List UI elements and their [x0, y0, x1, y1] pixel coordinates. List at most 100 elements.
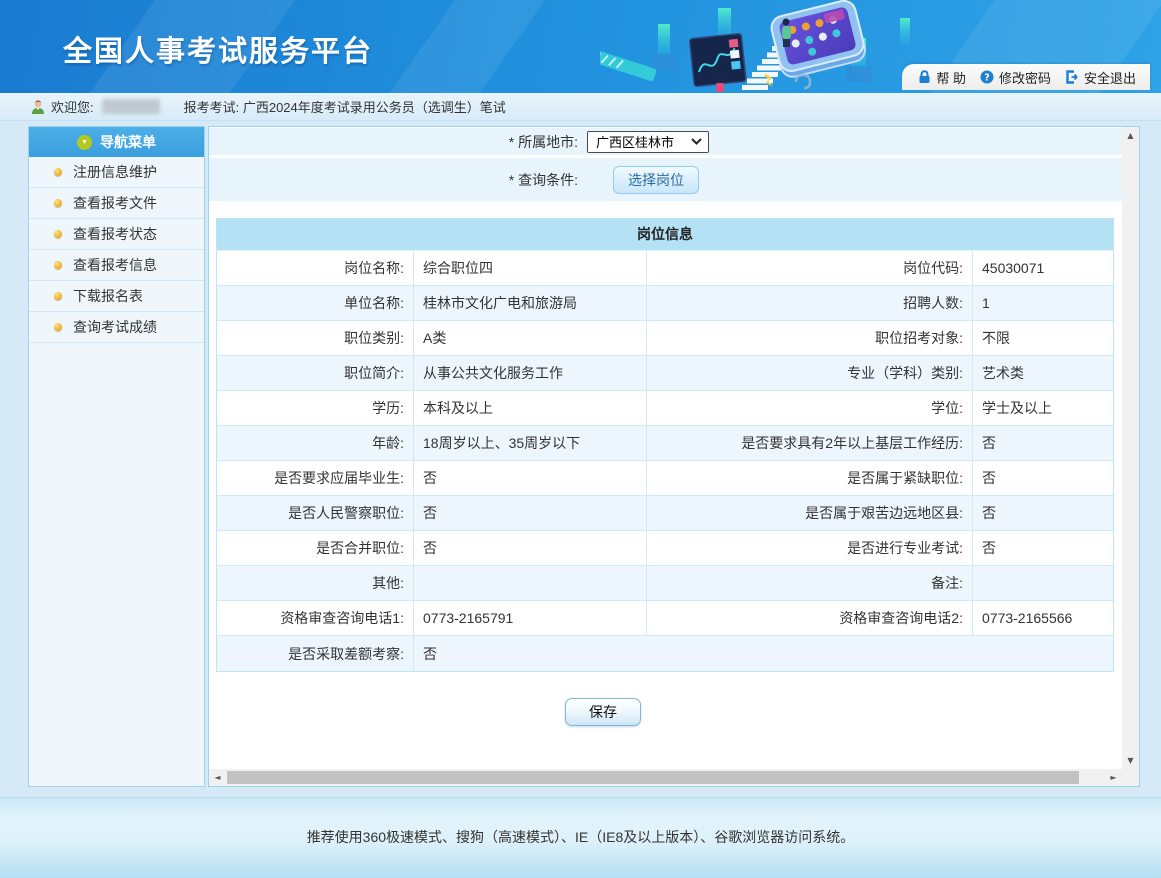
table-row: 职位类别:A类职位招考对象:不限: [217, 321, 1113, 356]
main-content-panel: * 所属地市: 广西区桂林市 * 查询条件: 选择岗位 岗位信息 岗位名称:综合…: [208, 126, 1140, 787]
field-value: 否: [973, 496, 1113, 530]
field-label: 是否属于紧缺职位:: [647, 461, 973, 495]
field-value: 否: [414, 461, 647, 495]
bullet-icon: [54, 199, 62, 207]
bullet-icon: [54, 168, 62, 176]
table-row: 是否人民警察职位:否是否属于艰苦边远地区县:否: [217, 496, 1113, 531]
scroll-right-icon[interactable]: ►: [1105, 769, 1122, 786]
field-value: 1: [973, 286, 1113, 320]
field-value: 0773-2165566: [973, 601, 1113, 635]
sidebar-item-view-application-status[interactable]: 查看报考状态: [29, 219, 204, 250]
field-value: 本科及以上: [414, 391, 647, 425]
bullet-icon: [54, 292, 62, 300]
field-value: 否: [973, 426, 1113, 460]
sidebar-nav-header[interactable]: ▼ 导航菜单: [29, 127, 204, 157]
sidebar-item-view-application-info[interactable]: 查看报考信息: [29, 250, 204, 281]
exam-name-label: 报考考试: 广西2024年度考试录用公务员（选调生）笔试: [184, 97, 506, 116]
field-label: 资格审查咨询电话2:: [647, 601, 973, 635]
lock-icon: [918, 70, 931, 84]
field-value: 不限: [973, 321, 1113, 355]
header-illustration: [600, 0, 920, 93]
field-label: 其他:: [217, 566, 414, 600]
form-row-location: * 所属地市: 广西区桂林市: [209, 128, 1122, 155]
job-info-table: 岗位信息 岗位名称:综合职位四岗位代码:45030071单位名称:桂林市文化广电…: [216, 218, 1114, 672]
sidebar-item-register-info[interactable]: 注册信息维护: [29, 157, 204, 188]
user-links-bar: 帮 助 ? 修改密码 安全退出: [902, 64, 1150, 90]
sidebar: ▼ 导航菜单 注册信息维护查看报考文件查看报考状态查看报考信息下载报名表查询考试…: [28, 126, 205, 787]
field-label: 年龄:: [217, 426, 414, 460]
field-label: 招聘人数:: [647, 286, 973, 320]
city-select-value: 广西区桂林市: [596, 132, 691, 151]
job-table-body: 岗位名称:综合职位四岗位代码:45030071单位名称:桂林市文化广电和旅游局招…: [217, 251, 1113, 671]
page-footer: 推荐使用360极速模式、搜狗（高速模式）、IE（IE8及以上版本）、谷歌浏览器访…: [0, 797, 1161, 878]
field-label: 备注:: [647, 566, 973, 600]
scroll-up-icon[interactable]: ▲: [1122, 127, 1139, 144]
sidebar-item-label: 查询考试成绩: [73, 317, 157, 337]
field-value: 否: [414, 531, 647, 565]
field-label: 是否合并职位:: [217, 531, 414, 565]
logout-link[interactable]: 安全退出: [1065, 68, 1136, 87]
city-select[interactable]: 广西区桂林市: [587, 131, 709, 153]
save-button[interactable]: 保存: [565, 698, 641, 726]
chevron-down-icon: ▼: [77, 135, 92, 150]
field-value: 18周岁以上、35周岁以下: [414, 426, 647, 460]
horizontal-scroll-thumb[interactable]: [227, 771, 1079, 784]
field-label: 职位类别:: [217, 321, 414, 355]
vertical-scrollbar[interactable]: ▲ ▼: [1122, 127, 1139, 769]
field-value: 学士及以上: [973, 391, 1113, 425]
table-row: 职位简介:从事公共文化服务工作专业（学科）类别:艺术类: [217, 356, 1113, 391]
field-label: 岗位名称:: [217, 251, 414, 285]
table-row: 资格审查咨询电话1:0773-2165791资格审查咨询电话2:0773-216…: [217, 601, 1113, 636]
sidebar-item-label: 下载报名表: [73, 286, 143, 306]
choose-job-button[interactable]: 选择岗位: [613, 166, 699, 194]
change-password-link[interactable]: ? 修改密码: [980, 68, 1051, 87]
field-value: [414, 566, 647, 600]
field-value: 综合职位四: [414, 251, 647, 285]
sidebar-item-view-exam-documents[interactable]: 查看报考文件: [29, 188, 204, 219]
sidebar-item-download-application-form[interactable]: 下载报名表: [29, 281, 204, 312]
field-label: 专业（学科）类别:: [647, 356, 973, 390]
field-label: 学历:: [217, 391, 414, 425]
sidebar-menu: 注册信息维护查看报考文件查看报考状态查看报考信息下载报名表查询考试成绩: [29, 157, 204, 343]
user-avatar-icon: [30, 99, 46, 115]
field-value: 否: [414, 496, 647, 530]
content-scroll-area: * 所属地市: 广西区桂林市 * 查询条件: 选择岗位 岗位信息 岗位名称:综合…: [209, 127, 1122, 769]
welcome-bar: 欢迎您: 报考考试: 广西2024年度考试录用公务员（选调生）笔试: [0, 93, 1161, 121]
bullet-icon: [54, 230, 62, 238]
table-row: 岗位名称:综合职位四岗位代码:45030071: [217, 251, 1113, 286]
horizontal-scrollbar[interactable]: ◄ ►: [209, 769, 1122, 786]
field-value: 否: [414, 636, 1113, 671]
field-value: 否: [973, 531, 1113, 565]
sidebar-item-label: 查看报考状态: [73, 224, 157, 244]
field-value: 桂林市文化广电和旅游局: [414, 286, 647, 320]
table-row: 学历:本科及以上学位:学士及以上: [217, 391, 1113, 426]
bullet-icon: [54, 323, 62, 331]
select-chevron-icon: [691, 138, 702, 145]
save-row: 保存: [209, 698, 1122, 726]
sidebar-item-label: 注册信息维护: [73, 162, 157, 182]
scroll-left-icon[interactable]: ◄: [209, 769, 226, 786]
page-title: 全国人事考试服务平台: [63, 28, 373, 70]
nav-header-label: 导航菜单: [100, 132, 156, 152]
field-label: 是否要求应届毕业生:: [217, 461, 414, 495]
field-label: 是否要求具有2年以上基层工作经历:: [647, 426, 973, 460]
field-label: 职位简介:: [217, 356, 414, 390]
criteria-label: * 查询条件:: [209, 170, 578, 190]
scroll-down-icon[interactable]: ▼: [1122, 752, 1139, 769]
table-title: 岗位信息: [217, 219, 1113, 251]
sidebar-item-query-exam-results[interactable]: 查询考试成绩: [29, 312, 204, 343]
table-row: 是否要求应届毕业生:否是否属于紧缺职位:否: [217, 461, 1113, 496]
help-link[interactable]: 帮 助: [918, 68, 966, 87]
sidebar-item-label: 查看报考信息: [73, 255, 157, 275]
logout-icon: [1065, 70, 1079, 84]
field-value: A类: [414, 321, 647, 355]
field-label: 是否属于艰苦边远地区县:: [647, 496, 973, 530]
table-row: 其他: 备注:: [217, 566, 1113, 601]
browser-recommendation: 推荐使用360极速模式、搜狗（高速模式）、IE（IE8及以上版本）、谷歌浏览器访…: [307, 829, 855, 845]
field-label: 单位名称:: [217, 286, 414, 320]
header-streak: [371, 0, 559, 93]
form-row-criteria: * 查询条件: 选择岗位: [209, 158, 1122, 201]
field-label: 是否进行专业考试:: [647, 531, 973, 565]
field-label: 是否人民警察职位:: [217, 496, 414, 530]
table-row: 单位名称:桂林市文化广电和旅游局招聘人数:1: [217, 286, 1113, 321]
